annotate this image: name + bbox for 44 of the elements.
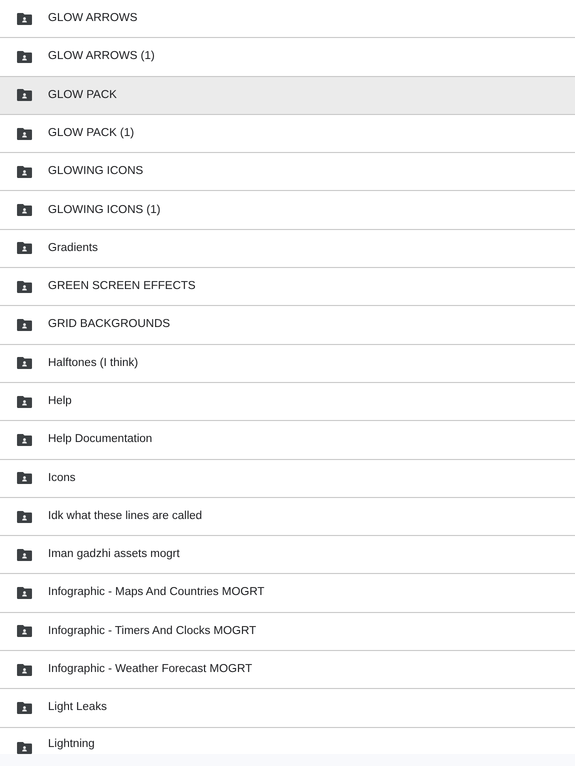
folder-name: GRID BACKGROUNDS	[48, 317, 170, 332]
folder-row[interactable]: GLOW PACK	[0, 76, 575, 115]
shared-folder-icon	[17, 587, 32, 600]
shared-folder-icon	[17, 166, 32, 178]
shared-folder-icon	[17, 50, 32, 63]
folder-name: GLOW ARROWS	[48, 11, 138, 26]
shared-folder-icon	[17, 204, 32, 216]
shared-folder-icon	[17, 548, 32, 561]
folder-name: GLOW PACK (1)	[48, 126, 134, 141]
shared-folder-icon	[17, 89, 32, 102]
folder-name: Lightning	[48, 737, 95, 752]
folder-name: Icons	[48, 470, 76, 486]
shared-folder-icon	[17, 625, 32, 638]
folder-name: Infographic - Maps And Countries MOGRT	[48, 585, 264, 600]
shared-folder-icon	[17, 12, 32, 25]
folder-name: Halftones (I think)	[48, 356, 138, 371]
folder-row[interactable]: Lightning	[0, 728, 575, 754]
shared-folder-icon	[17, 319, 32, 332]
folder-name: GLOWING ICONS	[48, 164, 144, 180]
folder-name: Help	[48, 394, 72, 409]
folder-name: Gradients	[48, 240, 98, 256]
folder-row[interactable]: Icons	[0, 460, 575, 498]
shared-folder-icon	[17, 702, 32, 714]
shared-folder-icon	[17, 472, 32, 484]
folder-name: Light Leaks	[48, 700, 107, 716]
shared-folder-icon	[17, 396, 32, 408]
shared-folder-icon	[17, 434, 32, 446]
shared-folder-icon	[17, 357, 32, 370]
folder-row[interactable]: Halftones (I think)	[0, 344, 575, 383]
folder-name: GLOWING ICONS (1)	[48, 202, 160, 218]
folder-name: Help Documentation	[48, 432, 152, 448]
shared-folder-icon	[17, 664, 32, 676]
folder-name: GLOW PACK	[48, 88, 117, 103]
shared-folder-icon	[17, 242, 32, 254]
shared-folder-icon	[17, 510, 32, 522]
shared-folder-icon	[17, 128, 32, 140]
folder-name: GREEN SCREEN EFFECTS	[48, 279, 196, 294]
folder-name: Iman gadzhi assets mogrt	[48, 547, 180, 562]
folder-name: GLOW ARROWS (1)	[48, 49, 155, 64]
folder-name: Infographic - Weather Forecast MOGRT	[48, 662, 252, 678]
shared-folder-icon	[17, 280, 32, 293]
shared-folder-icon	[17, 742, 32, 754]
folder-name: Infographic - Timers And Clocks MOGRT	[48, 624, 256, 639]
folder-name: Idk what these lines are called	[48, 508, 202, 524]
